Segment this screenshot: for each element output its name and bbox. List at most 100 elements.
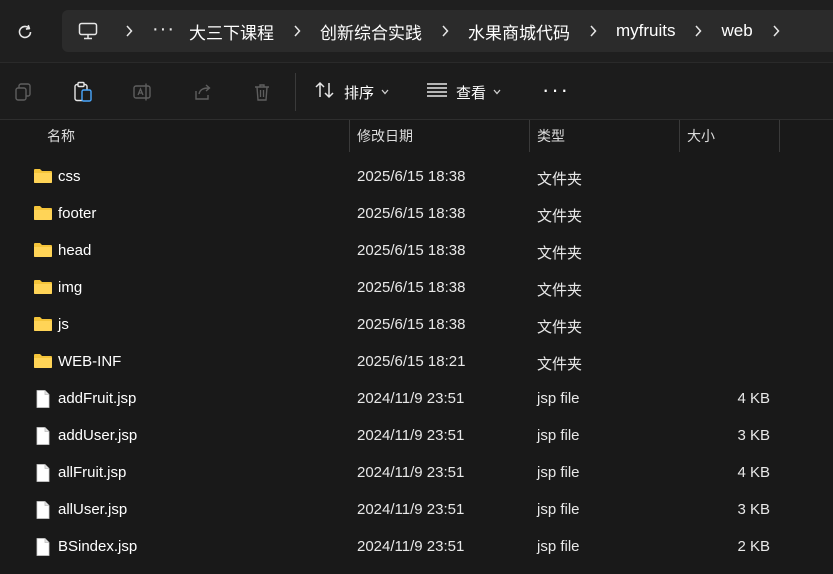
chevron-right-icon[interactable] [118, 17, 140, 45]
list-item[interactable]: allFruit.jsp 2024/11/9 23:51 jsp file 4 … [0, 454, 833, 491]
folder-icon [33, 352, 53, 372]
paste-icon[interactable] [68, 77, 98, 107]
file-name: allUser.jsp [58, 501, 128, 518]
chevron-right-icon[interactable] [434, 17, 456, 45]
file-name: img [58, 279, 83, 296]
share-icon[interactable] [188, 77, 218, 107]
list-item[interactable]: WEB-INF 2025/6/15 18:21 文件夹 [0, 343, 833, 380]
file-type: 文件夹 [537, 171, 583, 188]
folder-icon [33, 204, 53, 224]
this-pc-icon[interactable] [74, 17, 102, 45]
file-date: 2025/6/15 18:38 [357, 242, 466, 259]
file-size: 3 KB [737, 427, 770, 444]
view-button[interactable]: 查看 [426, 77, 501, 107]
breadcrumb-item[interactable]: myfruits [610, 21, 682, 41]
column-header-name[interactable]: 名称 [47, 120, 75, 152]
file-type: 文件夹 [537, 245, 583, 262]
breadcrumb-overflow[interactable]: ··· [152, 18, 175, 41]
file-name: css [58, 168, 81, 185]
list-item[interactable]: css 2025/6/15 18:38 文件夹 [0, 158, 833, 195]
copy-icon[interactable] [8, 77, 38, 107]
file-date: 2024/11/9 23:51 [357, 390, 465, 407]
file-date: 2025/6/15 18:21 [357, 353, 466, 370]
file-name: addUser.jsp [58, 427, 138, 444]
view-icon [426, 82, 448, 102]
folder-icon [33, 167, 53, 187]
file-date: 2024/11/9 23:51 [357, 501, 465, 518]
file-type: 文件夹 [537, 282, 583, 299]
file-date: 2024/11/9 23:51 [357, 464, 465, 481]
rename-icon[interactable] [128, 77, 158, 107]
document-icon [33, 463, 53, 483]
file-name: head [58, 242, 92, 259]
file-size: 3 KB [737, 501, 770, 518]
column-divider[interactable] [529, 120, 530, 152]
file-size: 4 KB [737, 464, 770, 481]
delete-icon[interactable] [247, 77, 277, 107]
file-name: allFruit.jsp [58, 464, 127, 481]
file-date: 2025/6/15 18:38 [357, 205, 466, 222]
file-name: footer [58, 205, 97, 222]
document-icon [33, 389, 53, 409]
file-type: jsp file [537, 464, 580, 481]
file-type: 文件夹 [537, 319, 583, 336]
column-divider[interactable] [679, 120, 680, 152]
breadcrumb-item[interactable]: 大三下课程 [183, 19, 280, 44]
file-type: 文件夹 [537, 356, 583, 373]
file-name: js [58, 316, 69, 333]
sort-button[interactable]: 排序 [314, 77, 389, 107]
file-date: 2025/6/15 18:38 [357, 316, 466, 333]
file-date: 2025/6/15 18:38 [357, 279, 466, 296]
document-icon [35, 568, 49, 574]
file-date: 2024/11/9 23:51 [357, 538, 465, 555]
file-type: jsp file [537, 427, 580, 444]
file-explorer-window: ··· 大三下课程 创新综合实践 水果商城代码 myfruits web 排序 … [0, 0, 833, 574]
list-item[interactable]: head 2025/6/15 18:38 文件夹 [0, 232, 833, 269]
sort-icon [314, 80, 336, 104]
chevron-right-icon[interactable] [765, 17, 787, 45]
folder-icon [33, 278, 53, 298]
chevron-down-icon [381, 87, 389, 97]
file-date: 2024/11/9 23:51 [357, 427, 465, 444]
file-list: css 2025/6/15 18:38 文件夹 footer 2025/6/15… [0, 158, 833, 565]
breadcrumb-item-current[interactable]: web [715, 21, 758, 41]
view-label: 查看 [456, 84, 487, 102]
file-type: jsp file [537, 538, 580, 555]
toolbar-divider [295, 73, 296, 111]
list-item[interactable]: img 2025/6/15 18:38 文件夹 [0, 269, 833, 306]
file-size: 2 KB [737, 538, 770, 555]
column-divider[interactable] [349, 120, 350, 152]
refresh-icon[interactable] [8, 15, 42, 49]
folder-icon [33, 315, 53, 335]
more-options-button[interactable]: ··· [542, 79, 570, 101]
list-item[interactable]: addFruit.jsp 2024/11/9 23:51 jsp file 4 … [0, 380, 833, 417]
list-item[interactable]: js 2025/6/15 18:38 文件夹 [0, 306, 833, 343]
breadcrumb-item[interactable]: 水果商城代码 [462, 19, 576, 44]
command-bar: 排序 查看 ··· [0, 62, 833, 120]
file-name: addFruit.jsp [58, 390, 137, 407]
file-type: jsp file [537, 501, 580, 518]
document-icon [33, 537, 53, 557]
list-item[interactable]: addUser.jsp 2024/11/9 23:51 jsp file 3 K… [0, 417, 833, 454]
chevron-down-icon [493, 87, 501, 97]
chevron-right-icon[interactable] [582, 17, 604, 45]
file-name: BSindex.jsp [58, 538, 138, 555]
column-header-row: 名称 修改日期 类型 大小 [0, 120, 833, 152]
list-item[interactable]: BSindex.jsp 2024/11/9 23:51 jsp file 2 K… [0, 528, 833, 565]
file-name: WEB-INF [58, 353, 122, 370]
column-divider[interactable] [779, 120, 780, 152]
column-header-size[interactable]: 大小 [687, 120, 715, 152]
document-icon [33, 426, 53, 446]
breadcrumb-item[interactable]: 创新综合实践 [314, 19, 428, 44]
breadcrumb[interactable]: ··· 大三下课程 创新综合实践 水果商城代码 myfruits web [62, 10, 833, 52]
chevron-right-icon[interactable] [687, 17, 709, 45]
column-header-type[interactable]: 类型 [537, 120, 565, 152]
file-date: 2025/6/15 18:38 [357, 168, 466, 185]
column-header-modified[interactable]: 修改日期 [357, 120, 413, 152]
list-item[interactable]: allUser.jsp 2024/11/9 23:51 jsp file 3 K… [0, 491, 833, 528]
file-size: 4 KB [737, 390, 770, 407]
document-icon [33, 500, 53, 520]
file-type: jsp file [537, 390, 580, 407]
chevron-right-icon[interactable] [286, 17, 308, 45]
list-item[interactable]: footer 2025/6/15 18:38 文件夹 [0, 195, 833, 232]
